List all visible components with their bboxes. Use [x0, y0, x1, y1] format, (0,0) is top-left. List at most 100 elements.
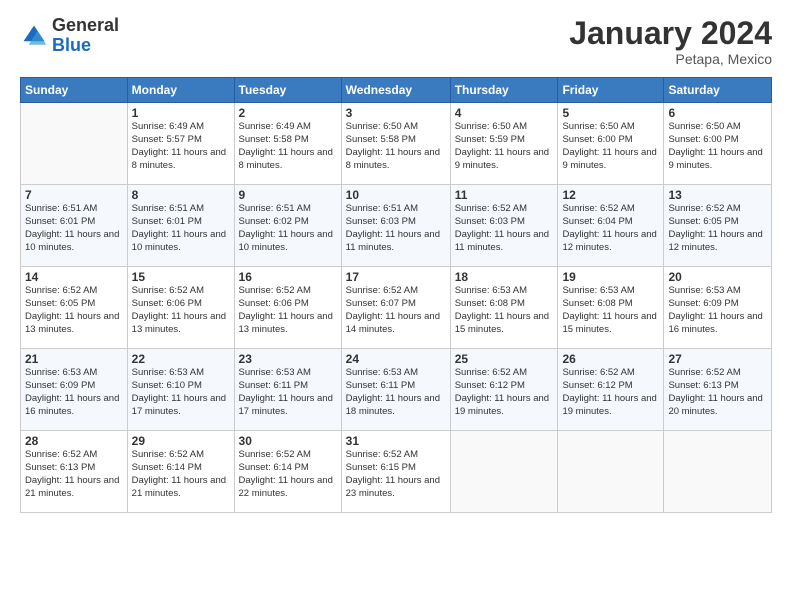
day-info: Sunrise: 6:49 AMSunset: 5:57 PMDaylight:… [132, 121, 230, 172]
day-number: 26 [562, 352, 659, 366]
calendar-cell: 19Sunrise: 6:53 AMSunset: 6:08 PMDayligh… [558, 267, 664, 349]
calendar-week-row: 14Sunrise: 6:52 AMSunset: 6:05 PMDayligh… [21, 267, 772, 349]
header: General Blue January 2024 Petapa, Mexico [20, 16, 772, 67]
day-info: Sunrise: 6:52 AMSunset: 6:04 PMDaylight:… [562, 203, 659, 254]
calendar-header-row: SundayMondayTuesdayWednesdayThursdayFrid… [21, 78, 772, 103]
calendar-cell: 28Sunrise: 6:52 AMSunset: 6:13 PMDayligh… [21, 431, 128, 513]
logo-blue-text: Blue [52, 35, 91, 55]
calendar-cell: 14Sunrise: 6:52 AMSunset: 6:05 PMDayligh… [21, 267, 128, 349]
day-info: Sunrise: 6:51 AMSunset: 6:02 PMDaylight:… [239, 203, 337, 254]
calendar-cell: 12Sunrise: 6:52 AMSunset: 6:04 PMDayligh… [558, 185, 664, 267]
day-info: Sunrise: 6:52 AMSunset: 6:05 PMDaylight:… [668, 203, 767, 254]
day-info: Sunrise: 6:50 AMSunset: 5:58 PMDaylight:… [346, 121, 446, 172]
calendar-cell: 6Sunrise: 6:50 AMSunset: 6:00 PMDaylight… [664, 103, 772, 185]
calendar-cell: 30Sunrise: 6:52 AMSunset: 6:14 PMDayligh… [234, 431, 341, 513]
calendar-week-row: 7Sunrise: 6:51 AMSunset: 6:01 PMDaylight… [21, 185, 772, 267]
calendar-cell: 11Sunrise: 6:52 AMSunset: 6:03 PMDayligh… [450, 185, 558, 267]
calendar-cell: 4Sunrise: 6:50 AMSunset: 5:59 PMDaylight… [450, 103, 558, 185]
calendar-cell: 29Sunrise: 6:52 AMSunset: 6:14 PMDayligh… [127, 431, 234, 513]
calendar-cell: 24Sunrise: 6:53 AMSunset: 6:11 PMDayligh… [341, 349, 450, 431]
day-info: Sunrise: 6:52 AMSunset: 6:13 PMDaylight:… [25, 449, 123, 500]
day-info: Sunrise: 6:52 AMSunset: 6:12 PMDaylight:… [562, 367, 659, 418]
calendar-cell: 25Sunrise: 6:52 AMSunset: 6:12 PMDayligh… [450, 349, 558, 431]
day-info: Sunrise: 6:50 AMSunset: 6:00 PMDaylight:… [668, 121, 767, 172]
day-info: Sunrise: 6:52 AMSunset: 6:13 PMDaylight:… [668, 367, 767, 418]
day-number: 5 [562, 106, 659, 120]
day-number: 2 [239, 106, 337, 120]
calendar-cell: 31Sunrise: 6:52 AMSunset: 6:15 PMDayligh… [341, 431, 450, 513]
day-info: Sunrise: 6:52 AMSunset: 6:12 PMDaylight:… [455, 367, 554, 418]
day-info: Sunrise: 6:52 AMSunset: 6:06 PMDaylight:… [239, 285, 337, 336]
day-info: Sunrise: 6:53 AMSunset: 6:08 PMDaylight:… [455, 285, 554, 336]
day-info: Sunrise: 6:52 AMSunset: 6:05 PMDaylight:… [25, 285, 123, 336]
day-info: Sunrise: 6:53 AMSunset: 6:09 PMDaylight:… [668, 285, 767, 336]
day-info: Sunrise: 6:51 AMSunset: 6:03 PMDaylight:… [346, 203, 446, 254]
weekday-header: Monday [127, 78, 234, 103]
calendar-cell: 17Sunrise: 6:52 AMSunset: 6:07 PMDayligh… [341, 267, 450, 349]
calendar-week-row: 1Sunrise: 6:49 AMSunset: 5:57 PMDaylight… [21, 103, 772, 185]
calendar-cell: 10Sunrise: 6:51 AMSunset: 6:03 PMDayligh… [341, 185, 450, 267]
day-info: Sunrise: 6:52 AMSunset: 6:06 PMDaylight:… [132, 285, 230, 336]
day-number: 21 [25, 352, 123, 366]
day-info: Sunrise: 6:51 AMSunset: 6:01 PMDaylight:… [25, 203, 123, 254]
day-info: Sunrise: 6:52 AMSunset: 6:15 PMDaylight:… [346, 449, 446, 500]
day-info: Sunrise: 6:49 AMSunset: 5:58 PMDaylight:… [239, 121, 337, 172]
logo-general-text: General [52, 15, 119, 35]
calendar-cell: 22Sunrise: 6:53 AMSunset: 6:10 PMDayligh… [127, 349, 234, 431]
day-number: 23 [239, 352, 337, 366]
day-number: 8 [132, 188, 230, 202]
calendar-cell: 15Sunrise: 6:52 AMSunset: 6:06 PMDayligh… [127, 267, 234, 349]
title-block: January 2024 Petapa, Mexico [569, 16, 772, 67]
day-number: 30 [239, 434, 337, 448]
day-number: 10 [346, 188, 446, 202]
calendar-cell: 9Sunrise: 6:51 AMSunset: 6:02 PMDaylight… [234, 185, 341, 267]
calendar-cell: 3Sunrise: 6:50 AMSunset: 5:58 PMDaylight… [341, 103, 450, 185]
day-number: 27 [668, 352, 767, 366]
day-info: Sunrise: 6:53 AMSunset: 6:11 PMDaylight:… [346, 367, 446, 418]
day-number: 31 [346, 434, 446, 448]
calendar-cell [558, 431, 664, 513]
calendar-cell: 16Sunrise: 6:52 AMSunset: 6:06 PMDayligh… [234, 267, 341, 349]
day-number: 24 [346, 352, 446, 366]
weekday-header: Friday [558, 78, 664, 103]
day-info: Sunrise: 6:51 AMSunset: 6:01 PMDaylight:… [132, 203, 230, 254]
calendar-cell: 27Sunrise: 6:52 AMSunset: 6:13 PMDayligh… [664, 349, 772, 431]
day-number: 25 [455, 352, 554, 366]
calendar-cell [664, 431, 772, 513]
day-number: 29 [132, 434, 230, 448]
calendar-cell: 20Sunrise: 6:53 AMSunset: 6:09 PMDayligh… [664, 267, 772, 349]
calendar-cell: 13Sunrise: 6:52 AMSunset: 6:05 PMDayligh… [664, 185, 772, 267]
calendar-cell: 26Sunrise: 6:52 AMSunset: 6:12 PMDayligh… [558, 349, 664, 431]
day-info: Sunrise: 6:53 AMSunset: 6:11 PMDaylight:… [239, 367, 337, 418]
day-info: Sunrise: 6:52 AMSunset: 6:14 PMDaylight:… [239, 449, 337, 500]
calendar-cell: 8Sunrise: 6:51 AMSunset: 6:01 PMDaylight… [127, 185, 234, 267]
calendar-cell: 2Sunrise: 6:49 AMSunset: 5:58 PMDaylight… [234, 103, 341, 185]
day-number: 19 [562, 270, 659, 284]
calendar-cell [450, 431, 558, 513]
day-number: 4 [455, 106, 554, 120]
day-number: 6 [668, 106, 767, 120]
calendar-cell: 18Sunrise: 6:53 AMSunset: 6:08 PMDayligh… [450, 267, 558, 349]
day-number: 15 [132, 270, 230, 284]
calendar-cell: 1Sunrise: 6:49 AMSunset: 5:57 PMDaylight… [127, 103, 234, 185]
day-number: 18 [455, 270, 554, 284]
day-number: 28 [25, 434, 123, 448]
day-number: 3 [346, 106, 446, 120]
weekday-header: Tuesday [234, 78, 341, 103]
day-number: 20 [668, 270, 767, 284]
calendar-week-row: 21Sunrise: 6:53 AMSunset: 6:09 PMDayligh… [21, 349, 772, 431]
calendar-table: SundayMondayTuesdayWednesdayThursdayFrid… [20, 77, 772, 513]
calendar-cell [21, 103, 128, 185]
day-number: 17 [346, 270, 446, 284]
day-number: 14 [25, 270, 123, 284]
weekday-header: Thursday [450, 78, 558, 103]
logo: General Blue [20, 16, 119, 56]
day-info: Sunrise: 6:52 AMSunset: 6:14 PMDaylight:… [132, 449, 230, 500]
day-info: Sunrise: 6:53 AMSunset: 6:08 PMDaylight:… [562, 285, 659, 336]
day-info: Sunrise: 6:53 AMSunset: 6:09 PMDaylight:… [25, 367, 123, 418]
weekday-header: Saturday [664, 78, 772, 103]
day-number: 7 [25, 188, 123, 202]
day-info: Sunrise: 6:52 AMSunset: 6:07 PMDaylight:… [346, 285, 446, 336]
day-info: Sunrise: 6:52 AMSunset: 6:03 PMDaylight:… [455, 203, 554, 254]
calendar-cell: 5Sunrise: 6:50 AMSunset: 6:00 PMDaylight… [558, 103, 664, 185]
